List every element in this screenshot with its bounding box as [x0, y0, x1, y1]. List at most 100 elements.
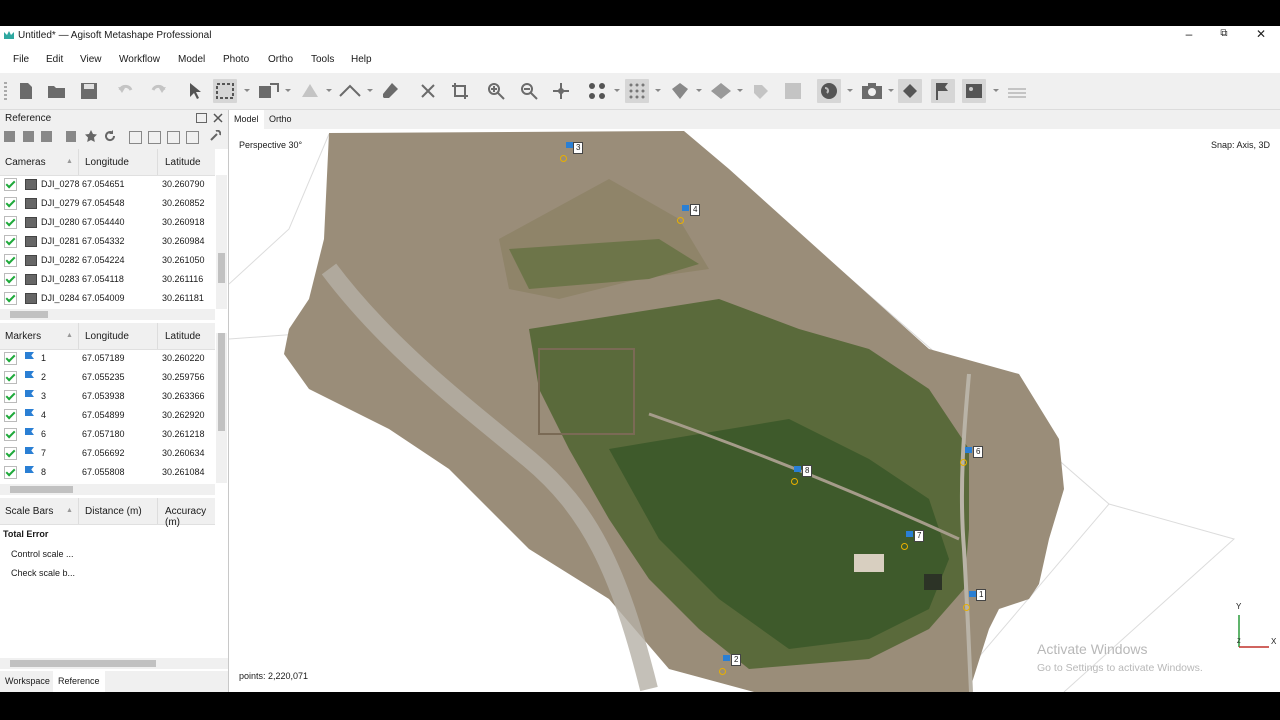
- cameras-column-header[interactable]: Cameras: [5, 157, 46, 168]
- latitude-column-header[interactable]: Latitude: [165, 331, 201, 342]
- images-dropdown-arrow[interactable]: [993, 89, 999, 92]
- measure-dropdown-arrow[interactable]: [367, 89, 373, 92]
- navigation-cursor-icon[interactable]: [186, 82, 204, 100]
- enable-checkbox[interactable]: [4, 447, 17, 460]
- menu-edit[interactable]: Edit: [46, 54, 63, 65]
- region-dropdown-arrow[interactable]: [285, 89, 291, 92]
- marker-row[interactable]: 7 67.056692 30.260634: [0, 444, 215, 463]
- model-shaded-icon[interactable]: [670, 82, 688, 100]
- dense-cloud-dropdown-arrow[interactable]: [655, 89, 661, 92]
- scroll-thumb[interactable]: [218, 253, 225, 283]
- latitude-column-header[interactable]: Latitude: [165, 157, 201, 168]
- enable-checkbox[interactable]: [4, 235, 17, 248]
- view-errors-icon[interactable]: [129, 131, 142, 144]
- camera-row[interactable]: DJI_0280 67.054440 30.260918: [0, 213, 215, 232]
- menu-help[interactable]: Help: [351, 54, 372, 65]
- enable-checkbox[interactable]: [4, 371, 17, 384]
- cameras-vertical-scrollbar[interactable]: [216, 175, 227, 309]
- markers-vertical-scrollbar[interactable]: [216, 333, 227, 483]
- marker-row[interactable]: 4 67.054899 30.262920: [0, 406, 215, 425]
- menu-model[interactable]: Model: [178, 54, 205, 65]
- menu-tools[interactable]: Tools: [311, 54, 334, 65]
- marker-row[interactable]: 1 67.057189 30.260220: [0, 349, 215, 368]
- scroll-thumb[interactable]: [10, 660, 156, 667]
- show-markers-flag-icon[interactable]: [931, 79, 955, 103]
- camera-row[interactable]: DJI_0282 67.054224 30.261050: [0, 251, 215, 270]
- model-dropdown-arrow[interactable]: [696, 89, 702, 92]
- scroll-thumb[interactable]: [10, 311, 48, 318]
- redo-icon[interactable]: [149, 82, 167, 100]
- globe-icon[interactable]: [817, 79, 841, 103]
- tiled-model-icon[interactable]: [710, 82, 731, 100]
- show-images-icon[interactable]: [962, 79, 986, 103]
- float-panel-icon[interactable]: [196, 113, 207, 123]
- menu-file[interactable]: File: [13, 54, 29, 65]
- import-reference-icon[interactable]: [4, 131, 15, 142]
- enable-checkbox[interactable]: [4, 352, 17, 365]
- restore-button[interactable]: ⧉: [1213, 28, 1235, 39]
- tab-reference[interactable]: Reference: [53, 671, 105, 692]
- eraser-icon[interactable]: [381, 82, 399, 100]
- export-reference-icon[interactable]: [23, 131, 34, 142]
- enable-checkbox[interactable]: [4, 466, 17, 479]
- scroll-thumb[interactable]: [218, 333, 225, 431]
- globe-dropdown-arrow[interactable]: [847, 89, 853, 92]
- menu-photo[interactable]: Photo: [223, 54, 249, 65]
- menu-workflow[interactable]: Workflow: [119, 54, 160, 65]
- enable-checkbox[interactable]: [4, 273, 17, 286]
- minimize-button[interactable]: –: [1178, 27, 1200, 41]
- tab-model[interactable]: Model: [229, 110, 264, 129]
- enable-checkbox[interactable]: [4, 178, 17, 191]
- camera-row[interactable]: DJI_0278 67.054651 30.260790: [0, 175, 215, 194]
- point-cloud-dropdown-arrow[interactable]: [614, 89, 620, 92]
- control-scale-bars-item[interactable]: Control scale ...: [11, 549, 74, 559]
- enable-checkbox[interactable]: [4, 428, 17, 441]
- dense-cloud-icon[interactable]: [625, 79, 649, 103]
- move-pan-icon[interactable]: [552, 82, 570, 100]
- scale-bars-horizontal-scrollbar[interactable]: [0, 658, 228, 669]
- point-cloud-icon[interactable]: [588, 82, 606, 100]
- camera-dropdown-arrow[interactable]: [888, 89, 894, 92]
- marker-row[interactable]: 6 67.057180 30.261218: [0, 425, 215, 444]
- close-panel-icon[interactable]: [213, 113, 223, 123]
- camera-row[interactable]: DJI_0283 67.054118 30.261116: [0, 270, 215, 289]
- close-button[interactable]: ✕: [1250, 27, 1272, 41]
- enable-checkbox[interactable]: [4, 409, 17, 422]
- camera-row[interactable]: DJI_0284 67.054009 30.261181: [0, 289, 215, 308]
- longitude-column-header[interactable]: Longitude: [85, 331, 129, 342]
- rectangle-selection-icon[interactable]: [213, 79, 237, 103]
- marker-row[interactable]: 3 67.053938 30.263366: [0, 387, 215, 406]
- ruler-measure-icon[interactable]: [338, 82, 361, 100]
- rotate-object-icon[interactable]: [299, 82, 318, 100]
- delete-selection-icon[interactable]: [419, 82, 437, 100]
- tab-ortho[interactable]: Ortho: [264, 110, 297, 129]
- update-transform-icon[interactable]: [66, 131, 76, 142]
- menu-view[interactable]: View: [80, 54, 102, 65]
- show-shapes-icon[interactable]: [898, 79, 922, 103]
- view-variance-icon[interactable]: [186, 131, 199, 144]
- scale-bars-column-header[interactable]: Scale Bars: [5, 506, 53, 517]
- marker-row[interactable]: 2 67.055235 30.259756: [0, 368, 215, 387]
- markers-horizontal-scrollbar[interactable]: [0, 484, 215, 495]
- tab-workspace[interactable]: Workspace: [0, 671, 55, 692]
- enable-checkbox[interactable]: [4, 292, 17, 305]
- enable-checkbox[interactable]: [4, 197, 17, 210]
- selection-dropdown-arrow[interactable]: [244, 89, 250, 92]
- tiled-dropdown-arrow[interactable]: [737, 89, 743, 92]
- distance-column-header[interactable]: Distance (m): [85, 506, 142, 517]
- accuracy-column-header[interactable]: Accuracy (m): [165, 506, 215, 528]
- zoom-out-icon[interactable]: [520, 82, 538, 100]
- star-icon[interactable]: [85, 130, 97, 142]
- check-scale-bars-item[interactable]: Check scale b...: [11, 568, 75, 578]
- enable-checkbox[interactable]: [4, 216, 17, 229]
- view-source-icon[interactable]: [167, 131, 180, 144]
- cameras-horizontal-scrollbar[interactable]: [0, 309, 215, 320]
- camera-icon[interactable]: [861, 82, 882, 100]
- menu-ortho[interactable]: Ortho: [268, 54, 293, 65]
- enable-checkbox[interactable]: [4, 390, 17, 403]
- scroll-thumb[interactable]: [10, 486, 73, 493]
- save-icon[interactable]: [80, 82, 98, 100]
- open-folder-icon[interactable]: [47, 82, 65, 100]
- new-document-icon[interactable]: [17, 82, 35, 100]
- model-viewport[interactable]: Perspective 30° Snap: Axis, 3D points: 2…: [229, 129, 1280, 692]
